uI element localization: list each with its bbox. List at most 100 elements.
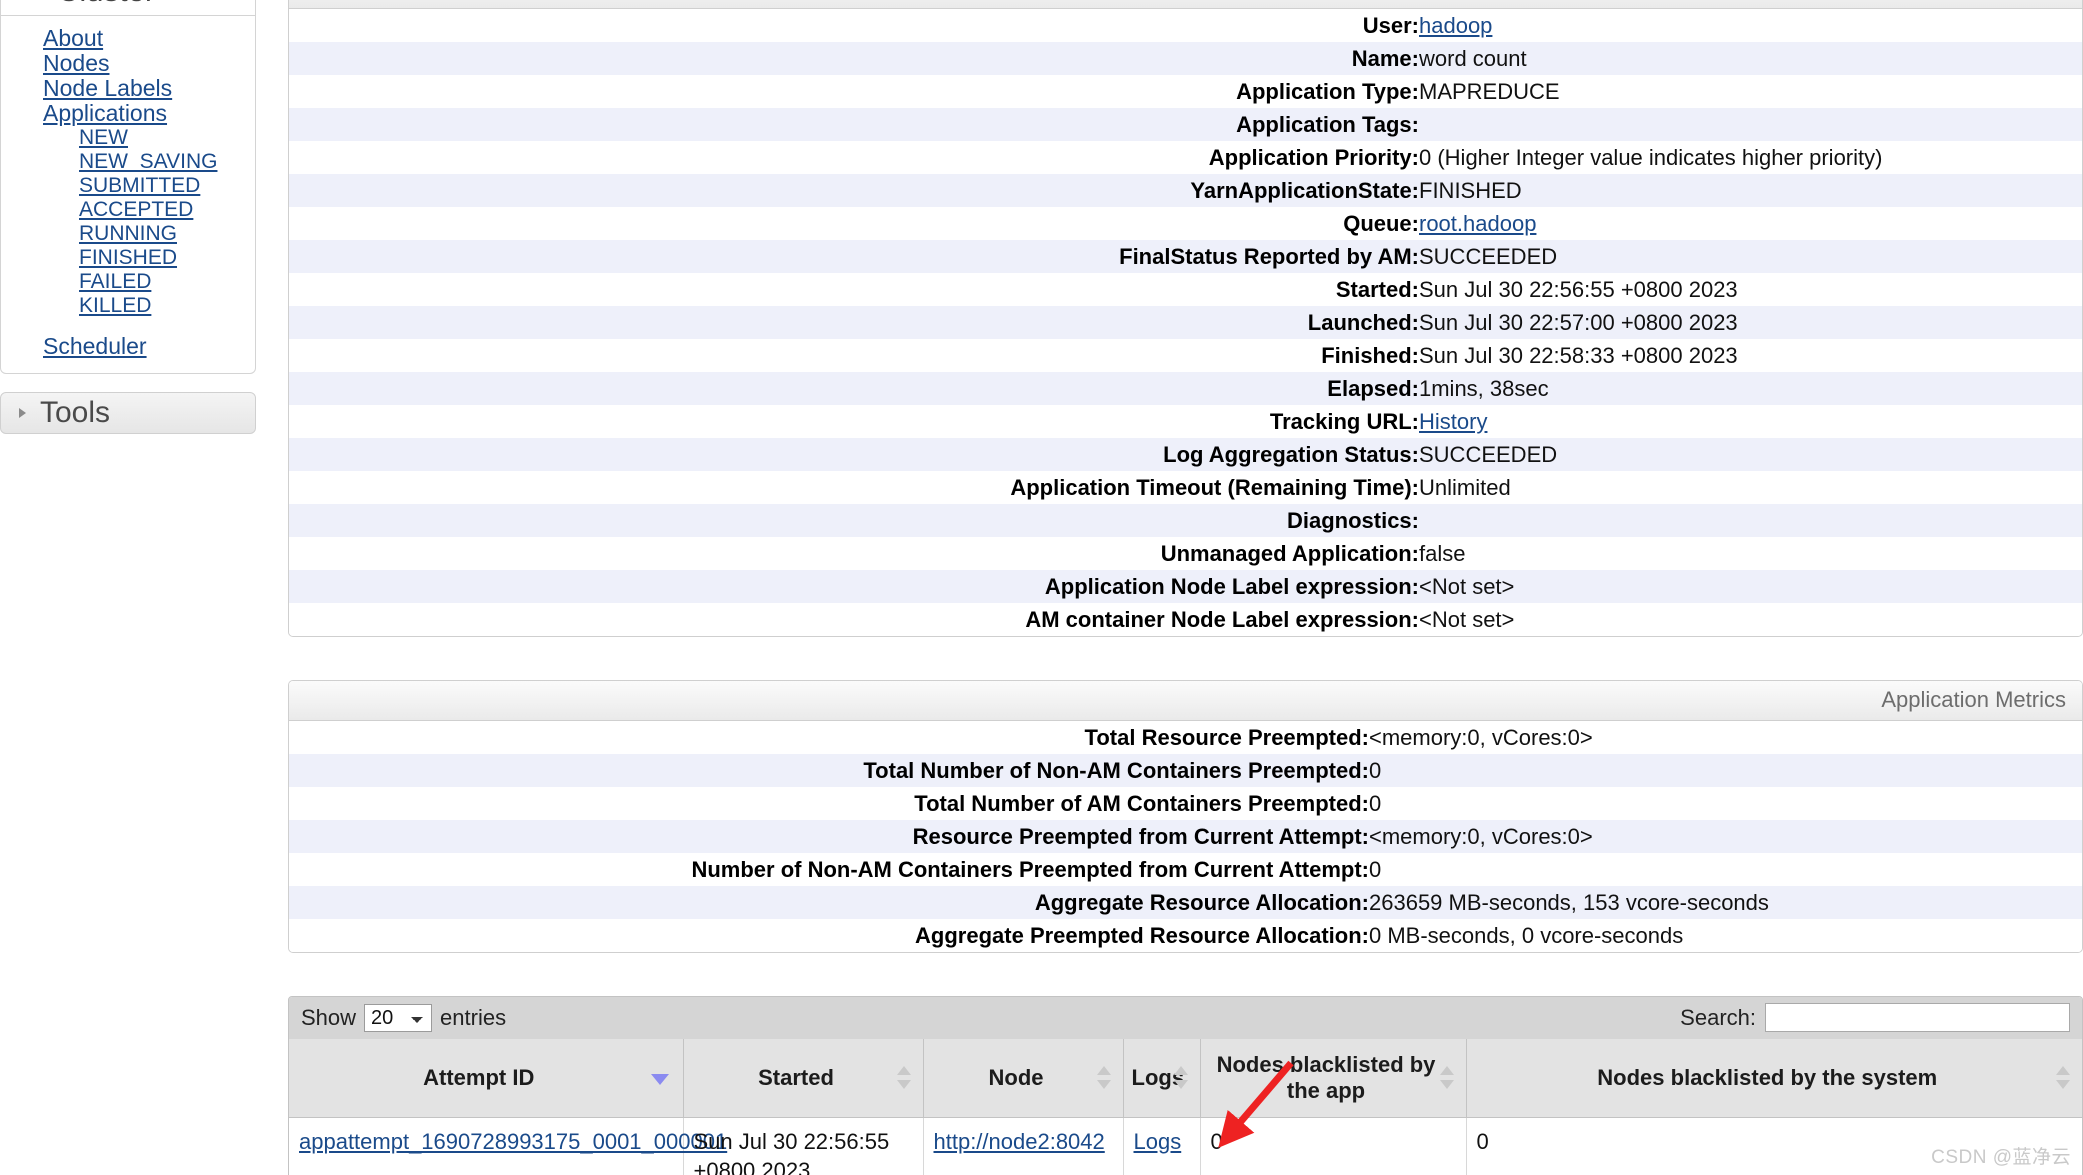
cluster-nav-panel: Cluster About Nodes Node Labels Applicat… <box>0 0 256 374</box>
metrics-row: Total Number of AM Containers Preempted:… <box>289 787 2082 820</box>
application-metrics-table: Total Resource Preempted: <memory:0, vCor… <box>289 721 2082 952</box>
attempts-column-header[interactable]: Logs <box>1123 1039 1201 1118</box>
overview-row: Elapsed: 1mins, 38sec <box>289 372 2082 405</box>
section-spacer-2 <box>288 953 2083 996</box>
sidebar: Cluster About Nodes Node Labels Applicat… <box>0 0 256 434</box>
metrics-row-value: 0 MB-seconds, 0 vcore-seconds <box>1369 922 1684 948</box>
sidebar-item-about[interactable]: About <box>1 26 255 51</box>
overview-row-key: YarnApplicationState: <box>1190 177 1419 203</box>
metrics-row: Total Number of Non-AM Containers Preemp… <box>289 754 2082 787</box>
application-metrics-panel: Application Metrics Total Resource Preem… <box>288 680 2083 953</box>
metrics-row-key: Number of Non-AM Containers Preempted fr… <box>691 856 1369 882</box>
metrics-row: Number of Non-AM Containers Preempted fr… <box>289 853 2082 886</box>
overview-row-value[interactable]: hadoop <box>1419 9 2082 42</box>
node-cell-link[interactable]: http://node2:8042 <box>934 1129 1105 1154</box>
metrics-row: Aggregate Resource Allocation: 263659 MB-… <box>289 886 2082 919</box>
metrics-row-key: Resource Preempted from Current Attempt: <box>912 823 1369 849</box>
node-cell[interactable]: http://node2:8042 <box>923 1117 1124 1175</box>
overview-row: Application Tags: <box>289 108 2082 141</box>
overview-row: Launched: Sun Jul 30 22:57:00 +0800 2023 <box>289 306 2082 339</box>
overview-row: FinalStatus Reported by AM: SUCCEEDED <box>289 240 2082 273</box>
overview-row: Name: word count <box>289 42 2082 75</box>
metrics-row-value: <memory:0, vCores:0> <box>1369 724 1593 750</box>
application-metrics-body: Total Resource Preempted: <memory:0, vCor… <box>289 721 2082 952</box>
logs-cell-link[interactable]: Logs <box>1134 1129 1182 1154</box>
column-header-label: Nodes blacklisted by the app <box>1216 1051 1436 1103</box>
overview-row-value: SUCCEEDED <box>1419 243 1558 269</box>
overview-row: YarnApplicationState: FINISHED <box>289 174 2082 207</box>
column-header-label: Started <box>758 1064 834 1090</box>
application-metrics-title: Application Metrics <box>289 681 2082 721</box>
overview-row-value: false <box>1419 540 1466 566</box>
sort-toggle-icon <box>2056 1065 2070 1090</box>
overview-row-key: Log Aggregation Status: <box>1163 441 1419 467</box>
logs-cell[interactable]: Logs <box>1123 1117 1201 1175</box>
overview-row-key: Queue: <box>1343 210 1419 236</box>
overview-row-key: Application Type: <box>1236 78 1419 104</box>
overview-row: Application Node Label expression: <Not s… <box>289 570 2082 603</box>
overview-row-value[interactable]: History <box>1419 405 2082 438</box>
overview-row: Started: Sun Jul 30 22:56:55 +0800 2023 <box>289 273 2082 306</box>
metrics-row-key: Total Number of AM Containers Preempted: <box>914 790 1369 816</box>
page-size-select[interactable]: 20406080100 <box>364 1003 433 1032</box>
overview-row-value: MAPREDUCE <box>1419 78 1560 104</box>
sidebar-item-state-new-saving[interactable]: NEW_SAVING <box>1 150 255 174</box>
overview-row-value: 0 (Higher Integer value indicates higher… <box>1419 144 1883 170</box>
sidebar-item-scheduler[interactable]: Scheduler <box>1 334 255 359</box>
sidebar-item-state-running[interactable]: RUNNING <box>1 222 255 246</box>
sidebar-item-state-killed[interactable]: KILLED <box>1 294 255 318</box>
tools-label: Tools <box>40 396 111 429</box>
metrics-row-value: 0 <box>1369 757 1382 783</box>
search-input[interactable] <box>1765 1003 2070 1032</box>
overview-row-key: Elapsed: <box>1327 375 1419 401</box>
metrics-row-key: Total Resource Preempted: <box>1084 724 1369 750</box>
overview-value-link[interactable]: hadoop <box>1419 13 1492 38</box>
overview-row: Application Timeout (Remaining Time): Unl… <box>289 471 2082 504</box>
overview-value-link[interactable]: root.hadoop <box>1419 211 1536 236</box>
attempts-column-header[interactable]: Started <box>683 1039 924 1118</box>
sidebar-item-state-submitted[interactable]: SUBMITTED <box>1 174 255 198</box>
application-overview-body: User: hadoop Name: word count Application Ty… <box>289 9 2082 636</box>
main-content: Application Overview User:hadoopName:wor… <box>288 0 2083 1175</box>
started-cell: Sun Jul 30 22:56:55 +0800 2023 <box>683 1117 924 1175</box>
attempts-column-header[interactable]: Nodes blacklisted by the system <box>1466 1039 2082 1118</box>
attempts-column-header[interactable]: Node <box>923 1039 1124 1118</box>
sidebar-item-state-finished[interactable]: FINISHED <box>1 246 255 270</box>
attempts-column-header[interactable]: Nodes blacklisted by the app <box>1200 1039 1467 1118</box>
overview-row-key: FinalStatus Reported by AM: <box>1119 243 1419 269</box>
metrics-row: Resource Preempted from Current Attempt:… <box>289 820 2082 853</box>
blacklisted-app-cell: 0 <box>1200 1117 1467 1175</box>
overview-row: Finished: Sun Jul 30 22:58:33 +0800 2023 <box>289 339 2082 372</box>
page-length-control: Show 20406080100 entries <box>301 1003 507 1032</box>
overview-row: User: hadoop <box>289 9 2082 42</box>
overview-row-value: SUCCEEDED <box>1419 441 1558 467</box>
overview-value-link[interactable]: History <box>1419 409 1487 434</box>
overview-row-value <box>1419 108 2082 141</box>
sidebar-item-applications[interactable]: Applications <box>1 101 255 126</box>
overview-row-key: Unmanaged Application: <box>1160 540 1419 566</box>
attempts-datatable: Show 20406080100 entries Search: Attempt… <box>288 996 2083 1175</box>
sidebar-item-state-failed[interactable]: FAILED <box>1 270 255 294</box>
column-header-label: Nodes blacklisted by the system <box>1597 1064 1938 1090</box>
sidebar-item-nodes[interactable]: Nodes <box>1 51 255 76</box>
attempts-table-body: appattempt_1690728993175_0001_000001 Sun … <box>289 1117 2082 1175</box>
sidebar-item-node-labels[interactable]: Node Labels <box>1 76 255 101</box>
column-header-label: Attempt ID <box>423 1064 535 1090</box>
overview-row: AM container Node Label expression: <Not … <box>289 603 2082 636</box>
attempt-id-cell-link[interactable]: appattempt_1690728993175_0001_000001 <box>299 1129 727 1154</box>
attempt-id-cell[interactable]: appattempt_1690728993175_0001_000001 <box>289 1117 727 1175</box>
metrics-row: Aggregate Preempted Resource Allocation:… <box>289 919 2082 952</box>
metrics-row: Total Resource Preempted: <memory:0, vCor… <box>289 721 2082 754</box>
sidebar-item-state-accepted[interactable]: ACCEPTED <box>1 198 255 222</box>
entries-label: entries <box>440 1004 507 1030</box>
sidebar-item-state-new[interactable]: NEW <box>1 126 255 150</box>
metrics-row-key: Aggregate Resource Allocation: <box>1034 889 1369 915</box>
search-label: Search: <box>1680 1004 1756 1030</box>
attempts-column-header[interactable]: Attempt ID <box>289 1039 684 1118</box>
overview-row: Queue: root.hadoop <box>289 207 2082 240</box>
tools-panel[interactable]: Tools <box>0 392 256 434</box>
metrics-row-key: Total Number of Non-AM Containers Preemp… <box>863 757 1369 783</box>
overview-row-value[interactable]: root.hadoop <box>1419 207 2082 240</box>
